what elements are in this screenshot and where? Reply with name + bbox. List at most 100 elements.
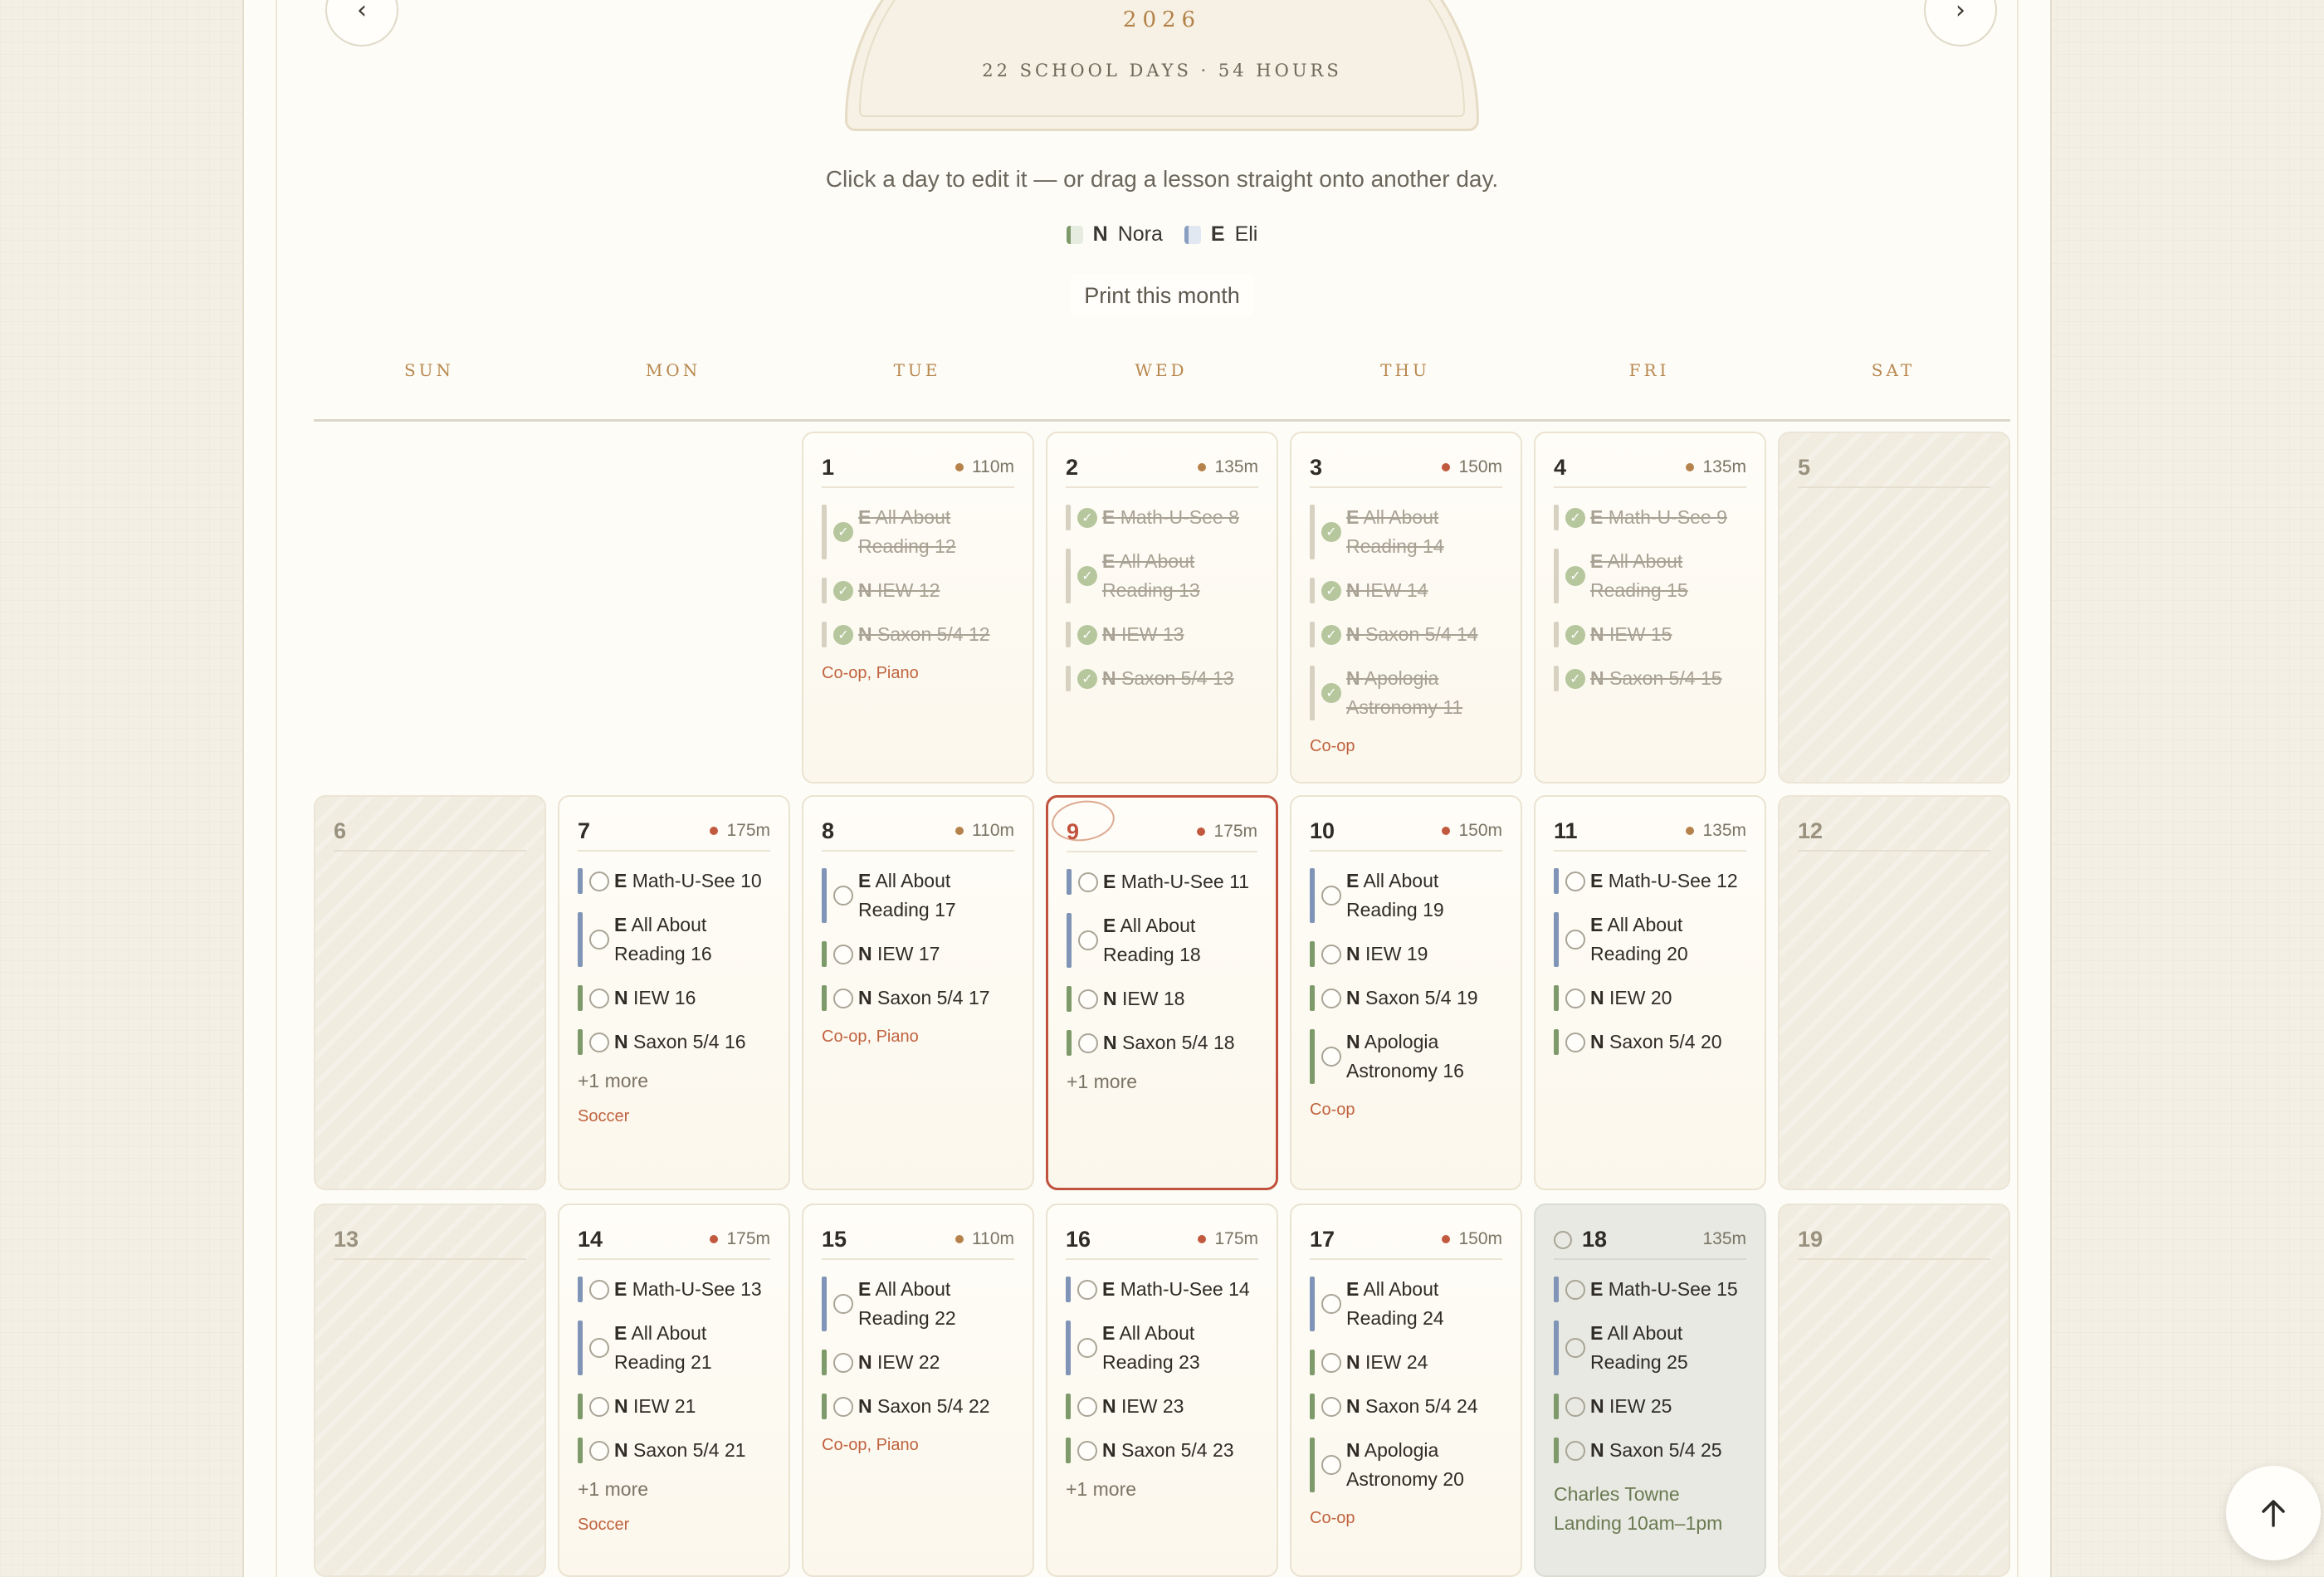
scroll-to-top-button[interactable] <box>2226 1466 2321 1560</box>
lesson-checkbox[interactable] <box>589 1440 609 1461</box>
lesson-item[interactable]: N Saxon 5/4 17 <box>822 984 1014 1013</box>
lesson-item[interactable]: ✓ N IEW 14 <box>1310 576 1502 605</box>
lesson-item[interactable]: E Math-U-See 15 <box>1554 1275 1746 1304</box>
lesson-item[interactable]: ✓ N Saxon 5/4 14 <box>1310 620 1502 649</box>
lesson-checkbox[interactable] <box>1321 1047 1341 1067</box>
lesson-checkbox[interactable] <box>1321 1396 1341 1417</box>
lesson-checkbox[interactable] <box>833 1352 853 1373</box>
lesson-item[interactable]: E All About Reading 23 <box>1066 1319 1258 1377</box>
lesson-item[interactable]: N IEW 17 <box>822 940 1014 969</box>
lesson-checkbox[interactable] <box>1565 1032 1585 1052</box>
lesson-item[interactable]: N Saxon 5/4 25 <box>1554 1436 1746 1465</box>
lesson-checkbox[interactable] <box>1565 988 1585 1008</box>
lesson-item[interactable]: N IEW 20 <box>1554 984 1746 1013</box>
lesson-item[interactable]: N Saxon 5/4 19 <box>1310 984 1502 1013</box>
day-cell[interactable]: 14 175m E Math-U-See 13 E All About Read… <box>558 1204 790 1577</box>
lesson-checkbox[interactable] <box>1565 1396 1585 1417</box>
day-cell[interactable]: 17 150m E All About Reading 24 N IEW 24 … <box>1290 1204 1522 1577</box>
lesson-item[interactable]: ✓ N Saxon 5/4 15 <box>1554 664 1746 693</box>
lesson-checkbox[interactable] <box>833 1294 853 1314</box>
checkmark-icon[interactable]: ✓ <box>1077 507 1097 528</box>
lesson-item[interactable]: ✓ E All About Reading 12 <box>822 503 1014 561</box>
lesson-checkbox[interactable] <box>589 871 609 891</box>
lesson-item[interactable]: E Math-U-See 14 <box>1066 1275 1258 1304</box>
lesson-item[interactable]: E All About Reading 22 <box>822 1275 1014 1333</box>
lesson-checkbox[interactable] <box>589 1338 609 1358</box>
lesson-item[interactable]: N IEW 19 <box>1310 940 1502 969</box>
lesson-checkbox[interactable] <box>1077 1338 1097 1358</box>
lesson-item[interactable]: E All About Reading 17 <box>822 867 1014 925</box>
lesson-checkbox[interactable] <box>1077 1279 1097 1300</box>
checkmark-icon[interactable]: ✓ <box>1321 522 1341 542</box>
day-cell-field-trip[interactable]: 18 135m E Math-U-See 15 E All About Read… <box>1534 1204 1766 1577</box>
checkmark-icon[interactable]: ✓ <box>1565 507 1585 528</box>
lesson-item[interactable]: N Saxon 5/4 20 <box>1554 1028 1746 1057</box>
lesson-item[interactable]: N Saxon 5/4 21 <box>578 1436 770 1465</box>
day-cell[interactable]: 3 150m ✓ E All About Reading 14 ✓ N IEW 14… <box>1290 432 1522 784</box>
lesson-checkbox[interactable] <box>1321 1352 1341 1373</box>
lesson-checkbox[interactable] <box>1077 1396 1097 1417</box>
lesson-checkbox[interactable] <box>1565 871 1585 891</box>
lesson-item[interactable]: N Saxon 5/4 24 <box>1310 1392 1502 1421</box>
lesson-item[interactable]: ✓ N Apologia Astronomy 11 <box>1310 664 1502 722</box>
more-lessons-link[interactable]: +1 more <box>1067 1071 1257 1093</box>
lesson-item[interactable]: E All About Reading 19 <box>1310 867 1502 925</box>
lesson-checkbox[interactable] <box>1321 1455 1341 1475</box>
lesson-checkbox[interactable] <box>1077 1440 1097 1461</box>
checkmark-icon[interactable]: ✓ <box>1077 668 1097 689</box>
lesson-item[interactable]: ✓ N Saxon 5/4 12 <box>822 620 1014 649</box>
lesson-checkbox[interactable] <box>589 930 609 950</box>
day-cell[interactable]: 16 175m E Math-U-See 14 E All About Read… <box>1046 1204 1278 1577</box>
lesson-item[interactable]: N IEW 23 <box>1066 1392 1258 1421</box>
more-lessons-link[interactable]: +1 more <box>1066 1478 1258 1501</box>
lesson-item[interactable]: N Saxon 5/4 23 <box>1066 1436 1258 1465</box>
checkmark-icon[interactable]: ✓ <box>833 580 853 601</box>
lesson-item[interactable]: E Math-U-See 11 <box>1067 867 1257 896</box>
checkmark-icon[interactable]: ✓ <box>1077 624 1097 645</box>
lesson-item[interactable]: N Saxon 5/4 22 <box>822 1392 1014 1421</box>
lesson-checkbox[interactable] <box>833 886 853 906</box>
lesson-item[interactable]: ✓ E Math-U-See 9 <box>1554 503 1746 532</box>
lesson-checkbox[interactable] <box>589 988 609 1008</box>
lesson-checkbox[interactable] <box>1321 944 1341 964</box>
lesson-item[interactable]: E All About Reading 16 <box>578 911 770 969</box>
lesson-checkbox[interactable] <box>833 1396 853 1417</box>
lesson-item[interactable]: N Apologia Astronomy 16 <box>1310 1028 1502 1086</box>
checkmark-icon[interactable]: ✓ <box>1565 668 1585 689</box>
checkmark-icon[interactable]: ✓ <box>833 522 853 542</box>
lesson-checkbox[interactable] <box>1565 1279 1585 1300</box>
lesson-item[interactable]: E All About Reading 25 <box>1554 1319 1746 1377</box>
more-lessons-link[interactable]: +1 more <box>578 1070 770 1092</box>
lesson-checkbox[interactable] <box>1565 1338 1585 1358</box>
lesson-item[interactable]: E Math-U-See 10 <box>578 867 770 896</box>
lesson-item[interactable]: N IEW 21 <box>578 1392 770 1421</box>
lesson-item[interactable]: N IEW 16 <box>578 984 770 1013</box>
selected-day-cell[interactable]: 9 175m E Math-U-See 11 E All About Readi… <box>1046 795 1278 1190</box>
lesson-item[interactable]: ✓ N Saxon 5/4 13 <box>1066 664 1258 693</box>
lesson-item[interactable]: E Math-U-See 13 <box>578 1275 770 1304</box>
lesson-item[interactable]: ✓ E All About Reading 14 <box>1310 503 1502 561</box>
day-cell[interactable]: 10 150m E All About Reading 19 N IEW 19 … <box>1290 795 1522 1190</box>
day-cell[interactable]: 4 135m ✓ E Math-U-See 9 ✓ E All About Read… <box>1534 432 1766 784</box>
lesson-item[interactable]: ✓ E All About Reading 15 <box>1554 547 1746 605</box>
checkmark-icon[interactable]: ✓ <box>1077 566 1097 586</box>
lesson-item[interactable]: E All About Reading 20 <box>1554 911 1746 969</box>
lesson-item[interactable]: ✓ E Math-U-See 8 <box>1066 503 1258 532</box>
lesson-checkbox[interactable] <box>1078 872 1098 892</box>
lesson-checkbox[interactable] <box>1565 1440 1585 1461</box>
lesson-item[interactable]: E All About Reading 24 <box>1310 1275 1502 1333</box>
lesson-checkbox[interactable] <box>1565 930 1585 950</box>
day-complete-checkbox[interactable] <box>1554 1231 1572 1250</box>
lesson-checkbox[interactable] <box>589 1279 609 1300</box>
lesson-item[interactable]: E All About Reading 21 <box>578 1319 770 1377</box>
checkmark-icon[interactable]: ✓ <box>1321 683 1341 703</box>
print-month-button[interactable]: Print this month <box>1071 274 1253 317</box>
checkmark-icon[interactable]: ✓ <box>1321 624 1341 645</box>
checkmark-icon[interactable]: ✓ <box>833 624 853 645</box>
lesson-item[interactable]: N Saxon 5/4 16 <box>578 1028 770 1057</box>
lesson-item[interactable]: N IEW 24 <box>1310 1348 1502 1377</box>
lesson-checkbox[interactable] <box>1321 1294 1341 1314</box>
lesson-item[interactable]: E All About Reading 18 <box>1067 911 1257 969</box>
lesson-item[interactable]: N IEW 18 <box>1067 984 1257 1013</box>
day-cell[interactable]: 8 110m E All About Reading 17 N IEW 17 N… <box>802 795 1034 1190</box>
